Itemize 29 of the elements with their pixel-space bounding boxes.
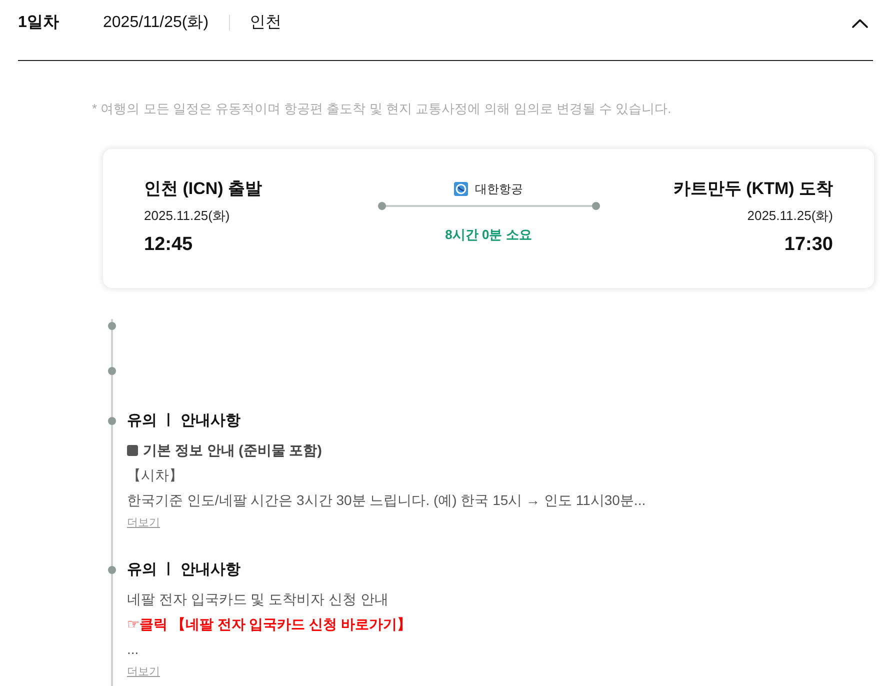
day-label: 1일차 (18, 13, 60, 33)
flight-time: 12:45 (144, 233, 194, 257)
airport-label: 인천 (ICN) 출발 (144, 178, 264, 200)
flight-date: 2025.11.25(화) (746, 207, 833, 225)
airport-label: 카트만두 (KTM) 도착 (672, 178, 833, 200)
date-text: 2025/11/25(화) (103, 13, 209, 33)
info-text: 한국기준 인도/네팔 시간은 3시간 30분 느립니다. (예) 한국 15시 → 인도 11시30분... (127, 491, 647, 510)
info-text: 네팔 전자 입국카드 및 도착비자 신청 안내 (127, 590, 390, 609)
swirl-logo-icon (454, 182, 468, 196)
airline-name: 대한항공 (475, 181, 523, 198)
duration-text: 8시간 0분 소요 (445, 226, 532, 244)
timeline-dot-icon (108, 367, 116, 375)
section-title: 유의 ㅣ 안내사항 (127, 560, 242, 580)
city-label: 인천 (250, 13, 282, 33)
square-bullet-icon (127, 445, 138, 456)
info-text: ... (127, 640, 140, 659)
chevron-icon[interactable] (852, 18, 868, 28)
timeline-dot-icon (108, 417, 116, 425)
more-link[interactable]: 더보기 (127, 517, 160, 529)
more-link[interactable]: 더보기 (127, 666, 160, 678)
flight-date: 2025.11.25(화) (144, 207, 231, 225)
timeline-dot-icon (108, 322, 116, 330)
notice-text: * 여행의 모든 일정은 유동적이며 항공편 출도착 및 현지 교통사정에 의해 임의로 변경될 수 있습니다. (92, 100, 672, 118)
timeline-dot-icon (108, 566, 116, 574)
info-text: 【시차】 (127, 466, 184, 485)
flight-time: 17:30 (783, 233, 833, 257)
info-heading: 기본 정보 안내 (준비물 포함) (143, 441, 322, 460)
apply-link[interactable]: ☞클릭 【네팔 전자 입국카드 신청 바로가기】 (127, 616, 411, 632)
section-title: 유의 ㅣ 안내사항 (127, 411, 242, 431)
